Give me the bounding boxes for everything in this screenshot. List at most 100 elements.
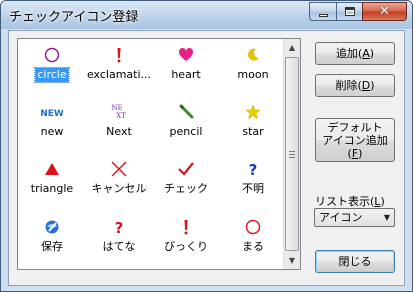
maximize-icon bbox=[344, 7, 355, 16]
icon-list-item-label: pencil bbox=[169, 125, 203, 138]
question-icon: ? bbox=[245, 161, 261, 180]
icon-list-item[interactable]: NE XT Next bbox=[85, 100, 153, 150]
icon-list-item-label: チェック bbox=[164, 182, 208, 195]
circle-outline-icon bbox=[44, 47, 60, 66]
close-button[interactable]: 閉じる bbox=[315, 250, 395, 273]
icon-list-item-image bbox=[18, 219, 86, 237]
default-add-line1: デフォルト bbox=[327, 120, 383, 134]
icon-list-item-label: 保存 bbox=[41, 240, 63, 253]
scrollbar-thumb[interactable] bbox=[285, 57, 299, 251]
save-globe-icon bbox=[44, 219, 60, 238]
icon-list-item-image bbox=[219, 47, 287, 65]
add-button[interactable]: 追加(A) bbox=[315, 42, 395, 65]
icon-list-item[interactable]: triangle bbox=[18, 157, 86, 207]
svg-text:XT: XT bbox=[116, 112, 126, 120]
pencil-icon bbox=[178, 104, 194, 123]
grip-icon bbox=[289, 150, 295, 158]
default-add-paren-close: ) bbox=[358, 146, 363, 160]
svg-text:?: ? bbox=[115, 219, 124, 235]
list-display-label-text: リスト表示( bbox=[315, 195, 375, 208]
icon-list-item[interactable]: キャンセル bbox=[85, 157, 153, 207]
icon-list-item[interactable]: 保存 bbox=[18, 215, 86, 265]
close-button-label: 閉じる bbox=[338, 255, 372, 268]
icon-list-item-image bbox=[219, 219, 287, 237]
icon-list-item-image bbox=[18, 47, 86, 65]
icon-list-item-image: ? bbox=[85, 219, 153, 237]
list-display-select[interactable]: アイコン ▼ bbox=[314, 208, 395, 227]
icon-list-item-label: triangle bbox=[30, 182, 74, 195]
icon-list-item-label: まる bbox=[242, 240, 264, 253]
svg-text:NEW: NEW bbox=[41, 109, 63, 119]
icon-list-item-image bbox=[85, 47, 153, 65]
icon-list-item-image: ? bbox=[219, 161, 287, 179]
icon-list-item[interactable]: circle bbox=[18, 43, 86, 93]
icon-list-item-label: はてな bbox=[102, 240, 136, 253]
delete-button[interactable]: 削除(D) bbox=[315, 74, 395, 97]
icon-list-item-label: moon bbox=[237, 68, 269, 81]
icon-list-item[interactable]: NEW new bbox=[18, 100, 86, 150]
cross-icon bbox=[110, 160, 128, 181]
add-button-accesskey: A bbox=[362, 47, 370, 60]
title-bar[interactable]: チェックアイコン登録 ✕ bbox=[1, 1, 412, 29]
window-title: チェックアイコン登録 bbox=[9, 10, 139, 25]
moon-icon bbox=[245, 47, 261, 66]
icon-list-item-image bbox=[85, 161, 153, 179]
default-add-line2: アイコン追加 bbox=[322, 133, 388, 147]
delete-button-label: 削除( bbox=[335, 79, 362, 92]
close-window-button[interactable]: ✕ bbox=[362, 2, 407, 21]
icon-list-item-image bbox=[152, 219, 220, 237]
heart-icon bbox=[178, 47, 194, 66]
icon-list-item[interactable]: ? はてな bbox=[85, 215, 153, 265]
icon-list-item-label: circle bbox=[34, 67, 70, 83]
delete-button-accesskey: D bbox=[361, 79, 371, 92]
icon-list-item[interactable]: チェック bbox=[152, 157, 220, 207]
icon-list-item[interactable]: pencil bbox=[152, 100, 220, 150]
close-icon: ✕ bbox=[379, 4, 390, 19]
icon-list-item-label: exclamati... bbox=[86, 68, 152, 81]
icon-list-item[interactable]: star bbox=[219, 100, 287, 150]
exclamation-icon bbox=[111, 47, 127, 66]
icon-list-item[interactable]: まる bbox=[219, 215, 287, 265]
add-default-icons-button[interactable]: デフォルト アイコン追加 (F) bbox=[315, 118, 395, 162]
star-icon bbox=[245, 103, 261, 123]
triangle-icon bbox=[44, 161, 60, 180]
icon-list-item-image bbox=[18, 161, 86, 179]
icon-list-item-label: 不明 bbox=[242, 182, 264, 195]
icon-list-item[interactable]: moon bbox=[219, 43, 287, 93]
exclamation-icon bbox=[178, 219, 194, 238]
chevron-down-icon: ▼ bbox=[383, 213, 390, 222]
icon-list-item-image: NEW bbox=[18, 104, 86, 122]
icon-list-item[interactable]: exclamati... bbox=[85, 43, 153, 93]
checkmark-icon bbox=[177, 160, 195, 181]
add-button-suffix: ) bbox=[369, 47, 375, 60]
caption-buttons: ✕ bbox=[309, 2, 407, 21]
new-text-icon: NEW bbox=[40, 104, 64, 123]
icon-list-item-image bbox=[152, 47, 220, 65]
icon-list-item-image bbox=[152, 104, 220, 122]
maximize-button[interactable] bbox=[336, 2, 362, 21]
svg-text:?: ? bbox=[249, 161, 258, 177]
svg-text:NE: NE bbox=[111, 104, 122, 112]
icon-list-item-label: heart bbox=[171, 68, 201, 81]
next-text-icon: NE XT bbox=[109, 103, 129, 124]
icon-list-item[interactable]: heart bbox=[152, 43, 220, 93]
icon-list-view[interactable]: ▲ ▼ circle exclamati... heart moon NEW new NE X… bbox=[17, 38, 301, 270]
icon-list-item-label: new bbox=[40, 125, 64, 138]
icon-list-item-label: Next bbox=[106, 125, 132, 138]
icon-list-item-label: びっくり bbox=[164, 240, 208, 253]
icon-list-item[interactable]: びっくり bbox=[152, 215, 220, 265]
icon-list-item-label: キャンセル bbox=[91, 182, 147, 195]
icon-list-item-label: star bbox=[242, 125, 264, 138]
icon-list-item-image bbox=[219, 103, 287, 123]
list-display-value: アイコン bbox=[319, 211, 363, 224]
dialog-window: チェックアイコン登録 ✕ ▲ ▼ circle exclamati... heart… bbox=[0, 0, 413, 292]
icon-list-item-image: NE XT bbox=[85, 104, 153, 122]
icon-list-item[interactable]: ? 不明 bbox=[219, 157, 287, 207]
question-icon: ? bbox=[111, 219, 127, 238]
dialog-client-area: ▲ ▼ circle exclamati... heart moon NEW new NE X… bbox=[8, 30, 405, 286]
minimize-button[interactable] bbox=[309, 2, 336, 21]
minimize-icon bbox=[318, 14, 328, 17]
list-display-label-suffix: ) bbox=[380, 195, 385, 208]
default-add-line3: (F) bbox=[348, 147, 363, 160]
list-display-label: リスト表示(L) bbox=[315, 193, 385, 209]
